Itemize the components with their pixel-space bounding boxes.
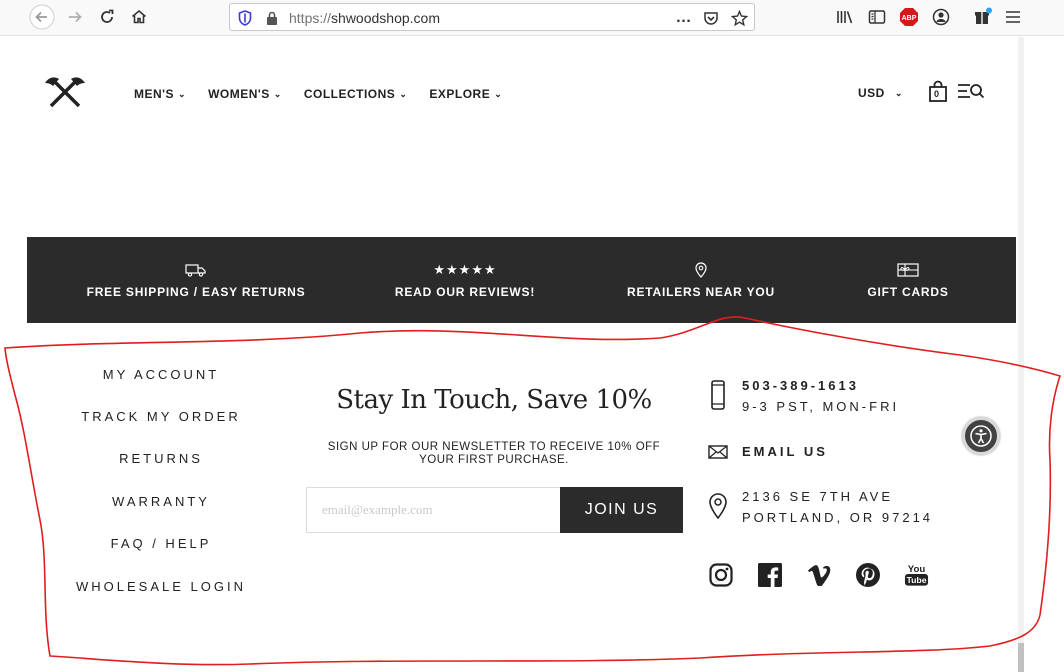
newsletter-subtitle-line: YOUR FIRST PURCHASE. bbox=[419, 454, 569, 466]
newsletter-email-input[interactable] bbox=[306, 487, 561, 533]
map-pin-icon bbox=[695, 261, 707, 279]
account-icon[interactable] bbox=[930, 6, 952, 28]
feature-retailers[interactable]: RETAILERS NEAR YOU bbox=[621, 237, 781, 323]
contact-email[interactable]: EMAIL US bbox=[707, 441, 828, 462]
feature-label: FREE SHIPPING / EASY RETURNS bbox=[86, 285, 306, 299]
cart-count: 0 bbox=[934, 89, 940, 99]
contact-phone-text: 503-389-1613 9-3 PST, MON-FRI bbox=[742, 375, 899, 417]
footer-link-returns[interactable]: RETURNS bbox=[67, 451, 255, 466]
accessibility-button[interactable] bbox=[962, 417, 1000, 455]
vimeo-icon[interactable] bbox=[806, 562, 831, 587]
main-navigation: MEN'S ⌄ WOMEN'S ⌄ COLLECTIONS ⌄ EXPLORE ⌄ bbox=[134, 87, 524, 101]
feature-label: RETAILERS NEAR YOU bbox=[627, 285, 775, 299]
email-us-link: EMAIL US bbox=[742, 444, 828, 459]
hamburger-menu-icon[interactable] bbox=[1002, 6, 1024, 28]
bookmark-star-icon[interactable] bbox=[730, 9, 748, 27]
tracking-protection-icon[interactable] bbox=[236, 9, 254, 27]
location-pin-icon bbox=[707, 486, 729, 519]
chevron-down-icon: ⌄ bbox=[399, 88, 408, 99]
pocket-icon[interactable] bbox=[702, 9, 720, 27]
footer-link-wholesale-login[interactable]: WHOLESALE LOGIN bbox=[67, 579, 255, 594]
footer-link-track-order[interactable]: TRACK MY ORDER bbox=[67, 409, 255, 424]
nav-mens[interactable]: MEN'S ⌄ bbox=[134, 87, 186, 101]
page-scrollbar[interactable] bbox=[1018, 37, 1024, 672]
phone-icon bbox=[707, 375, 729, 410]
menu-search-icon bbox=[958, 84, 985, 99]
five-stars-icon: ★★★★★ bbox=[433, 262, 497, 277]
gift-card-icon bbox=[897, 261, 919, 279]
youtube-tube-text: Tube bbox=[907, 575, 927, 585]
menu-search-button[interactable] bbox=[957, 82, 987, 100]
contact-phone[interactable]: 503-389-1613 9-3 PST, MON-FRI bbox=[707, 375, 899, 417]
feature-label: READ OUR REVIEWS! bbox=[394, 285, 536, 299]
reload-icon bbox=[101, 9, 114, 23]
home-button[interactable] bbox=[125, 4, 153, 30]
feature-free-shipping[interactable]: FREE SHIPPING / EASY RETURNS bbox=[87, 237, 305, 323]
sidebar-icon[interactable] bbox=[866, 6, 888, 28]
truck-icon bbox=[185, 261, 207, 279]
extensions-gift-icon[interactable] bbox=[972, 6, 994, 28]
facebook-icon[interactable] bbox=[757, 562, 782, 587]
nav-label: COLLECTIONS bbox=[303, 87, 396, 101]
nav-label: MEN'S bbox=[134, 87, 175, 101]
address-text: 2136 SE 7TH AVE PORTLAND, OR 97214 bbox=[742, 486, 933, 528]
feature-gift-cards[interactable]: GIFT CARDS bbox=[858, 237, 958, 323]
instagram-icon[interactable] bbox=[708, 562, 733, 587]
page-actions-icon[interactable]: … bbox=[674, 9, 692, 27]
footer-link-warranty[interactable]: WARRANTY bbox=[67, 494, 255, 509]
envelope-icon bbox=[707, 441, 729, 459]
chevron-down-icon: ⌄ bbox=[494, 88, 503, 99]
nav-explore[interactable]: EXPLORE ⌄ bbox=[429, 87, 502, 101]
home-icon bbox=[131, 9, 147, 24]
address-bar[interactable]: https://shwoodshop.com … bbox=[229, 3, 755, 31]
page-content: MEN'S ⌄ WOMEN'S ⌄ COLLECTIONS ⌄ EXPLORE ⌄ US… bbox=[27, 37, 1018, 672]
currency-selector[interactable]: USD ⌄ bbox=[858, 86, 903, 100]
adblock-plus-icon[interactable]: ABP bbox=[898, 6, 920, 28]
phone-hours: 9-3 PST, MON-FRI bbox=[742, 399, 900, 414]
library-icon[interactable] bbox=[834, 6, 856, 28]
browser-toolbar: https://shwoodshop.com … ABP bbox=[0, 0, 1064, 36]
url-text[interactable]: https://shwoodshop.com bbox=[289, 10, 440, 26]
feature-reviews[interactable]: ★★★★★ READ OUR REVIEWS! bbox=[380, 237, 550, 323]
contact-address[interactable]: 2136 SE 7TH AVE PORTLAND, OR 97214 bbox=[707, 486, 933, 528]
youtube-icon[interactable]: You Tube bbox=[904, 562, 929, 587]
nav-label: EXPLORE bbox=[429, 87, 491, 101]
forward-arrow-icon bbox=[69, 11, 82, 23]
newsletter-title: Stay In Touch, Save 10% bbox=[336, 385, 652, 415]
nav-collections[interactable]: COLLECTIONS ⌄ bbox=[304, 87, 408, 101]
forward-button[interactable] bbox=[61, 4, 89, 30]
footer-link-my-account[interactable]: MY ACCOUNT bbox=[67, 367, 255, 382]
currency-label: USD bbox=[858, 86, 885, 100]
feature-label: GIFT CARDS bbox=[867, 285, 949, 299]
youtube-you-text: You bbox=[908, 564, 926, 575]
newsletter-subtitle-line: SIGN UP FOR OUR NEWSLETTER TO RECEIVE 10… bbox=[327, 441, 661, 453]
social-links: You Tube bbox=[708, 562, 953, 587]
join-us-button[interactable]: JOIN US bbox=[560, 487, 683, 533]
footer-link-faq-help[interactable]: FAQ / HELP bbox=[67, 536, 255, 551]
address-line: 2136 SE 7TH AVE bbox=[742, 489, 893, 504]
lock-icon[interactable] bbox=[263, 9, 281, 27]
nav-womens[interactable]: WOMEN'S ⌄ bbox=[208, 87, 282, 101]
address-line: PORTLAND, OR 97214 bbox=[742, 510, 934, 525]
svg-text:ABP: ABP bbox=[902, 15, 917, 22]
accessibility-icon bbox=[970, 425, 992, 447]
crossed-axes-icon bbox=[45, 77, 85, 108]
scrollbar-thumb[interactable] bbox=[1018, 643, 1024, 672]
newsletter-subtitle: SIGN UP FOR OUR NEWSLETTER TO RECEIVE 10… bbox=[306, 441, 682, 467]
url-scheme: https:// bbox=[289, 10, 332, 26]
phone-number: 503-389-1613 bbox=[742, 378, 859, 393]
brand-logo[interactable] bbox=[43, 75, 87, 109]
pinterest-icon[interactable] bbox=[855, 562, 880, 587]
back-arrow-icon bbox=[29, 4, 55, 30]
back-button[interactable] bbox=[28, 4, 56, 30]
nav-label: WOMEN'S bbox=[208, 87, 270, 101]
chevron-down-icon: ⌄ bbox=[178, 88, 187, 99]
chevron-down-icon: ⌄ bbox=[273, 88, 282, 99]
reload-button[interactable] bbox=[93, 4, 121, 30]
url-host: shwoodshop.com bbox=[331, 10, 440, 26]
features-band: FREE SHIPPING / EASY RETURNS ★★★★★ READ … bbox=[27, 237, 1016, 323]
chevron-down-icon: ⌄ bbox=[894, 87, 903, 98]
